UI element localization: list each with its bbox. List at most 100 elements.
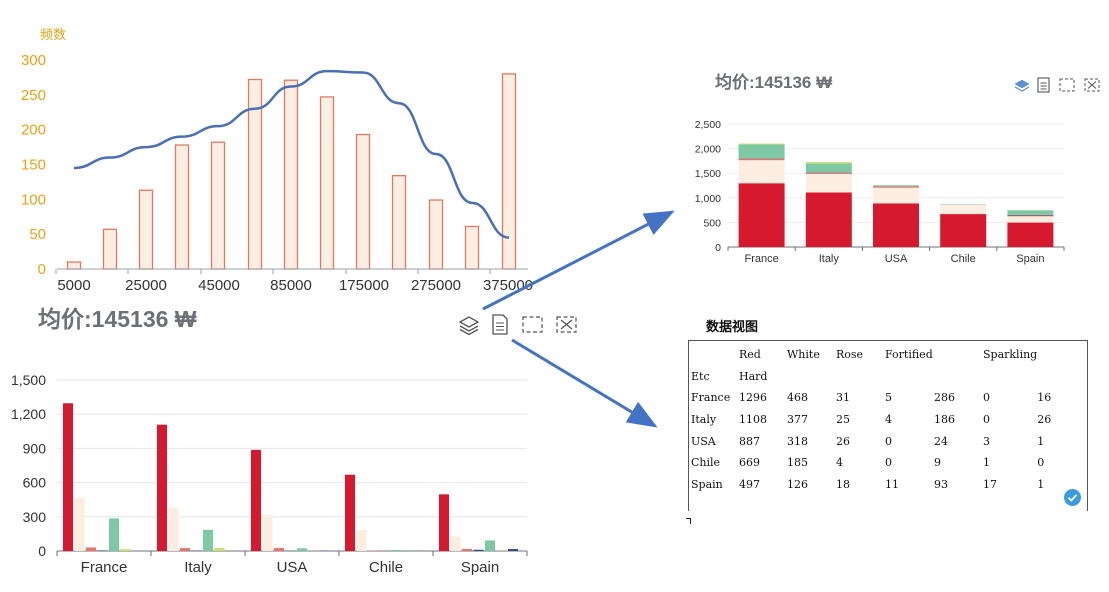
stacked-xtick-label: Chile (951, 253, 976, 265)
data-view-cell (836, 366, 885, 388)
data-view-panel: Red White Rose Fortified Sparkling Etc Hard Fra… (688, 340, 1088, 511)
data-view-cell: 4 (836, 456, 843, 470)
data-view-cell: Etc (691, 369, 710, 383)
stacked-bar-segment (738, 144, 785, 159)
stacked-ytick-label: 2,500 (695, 119, 721, 131)
data-view-cell: Chile (691, 456, 721, 470)
zoom-reset-icon[interactable] (556, 316, 577, 333)
data-view-cell: 0 (885, 434, 892, 448)
data-view-cell: 0 (1037, 456, 1045, 470)
data-view-cell: 24 (934, 434, 948, 448)
data-view-cell: 1296 (739, 391, 767, 405)
stacked-ytick-label: 2,000 (695, 144, 721, 156)
grouped-bar (439, 494, 449, 551)
stacked-xtick-label: Spain (1016, 253, 1044, 265)
stacked-bar-segment (1007, 215, 1054, 217)
data-view-cell: 286 (934, 391, 955, 405)
layers-icon[interactable] (1014, 79, 1030, 92)
data-view-cell: 26 (836, 434, 850, 448)
zoom-reset-icon[interactable] (1084, 78, 1100, 92)
data-view-cell: 186 (934, 413, 955, 427)
histogram-bar (391, 174, 407, 270)
data-view-cell: 1108 (739, 413, 767, 427)
data-view-cell: 377 (787, 413, 808, 427)
histogram-bar (66, 261, 82, 270)
stacked-bar-segment (738, 158, 785, 161)
grouped-bar (203, 529, 213, 551)
data-view-cell: Fortified (885, 348, 933, 362)
data-view-cell (983, 366, 1037, 388)
histogram-bar (210, 141, 226, 270)
data-view-cell: 1 (983, 456, 990, 470)
grouped-xtick-label: Chile (369, 559, 403, 576)
price-title-small: 均价:145136 ₩ (715, 73, 833, 92)
stacked-bar-segment (738, 183, 785, 247)
data-view-cell: 126 (787, 477, 808, 491)
data-view-table: Red White Rose Fortified Sparkling Etc Hard Fra… (691, 344, 1067, 495)
stacked-bar-segment (873, 186, 919, 188)
document-icon[interactable] (492, 314, 508, 335)
stacked-bar-segment (738, 143, 785, 145)
layers-icon[interactable] (458, 316, 480, 336)
data-view-row: France 1296 468 31 5 286 0 16 (691, 387, 1067, 409)
histogram-bar (174, 144, 190, 270)
grouped-ytick-label: 0 (38, 543, 46, 559)
data-view-cell: Rose (836, 348, 864, 362)
data-view-cell: 18 (836, 477, 850, 491)
confirm-check-button[interactable] (1064, 489, 1081, 506)
stacked-bar-segment (873, 185, 919, 187)
stacked-ytick-label: 0 (715, 242, 721, 254)
stacked-bar-segment (940, 214, 987, 247)
grouped-bar (391, 549, 401, 551)
data-view-cell: 3 (983, 434, 990, 448)
stacked-ytick-label: 1,000 (695, 193, 721, 205)
grouped-bar (214, 548, 225, 551)
data-view-cell: 887 (739, 434, 760, 448)
grouped-bar (508, 549, 518, 551)
data-view-title: 数据视图 (706, 319, 759, 334)
data-view-cell (934, 366, 983, 388)
grouped-ytick-label: 600 (23, 475, 47, 491)
zoom-select-icon[interactable] (522, 316, 543, 333)
toolbar-small (1014, 77, 1100, 93)
grouped-bar (168, 508, 179, 551)
check-icon (1067, 494, 1078, 502)
grouped-bar (450, 536, 461, 551)
grouped-bar (485, 540, 495, 551)
grouped-bar (345, 474, 355, 551)
data-view-cell: Spain (691, 477, 723, 491)
document-icon[interactable] (1037, 77, 1050, 93)
grouped-ytick-label: 1,200 (11, 406, 46, 422)
stacked-bar-segment (940, 204, 987, 215)
grouped-bar (157, 424, 167, 551)
data-view-cell (691, 344, 739, 366)
cursor-fragment (686, 518, 691, 524)
histogram-xtick-label: 25000 (125, 277, 167, 294)
histogram-ytick-label: 50 (29, 226, 46, 243)
histogram-bar (464, 225, 480, 270)
grouped-xtick-label: Italy (184, 559, 212, 576)
data-view-cell: 93 (934, 477, 948, 491)
histogram-xtick-label: 45000 (198, 277, 240, 294)
stacked-bar-segment (805, 173, 852, 193)
grouped-xtick-label: Spain (461, 559, 499, 576)
histogram-bar (428, 199, 444, 270)
grouped-xtick-label: France (81, 559, 128, 576)
stacked-ytick-label: 500 (703, 217, 721, 229)
histogram-xtick-label: 275000 (411, 277, 461, 294)
data-view-cell: 31 (836, 391, 850, 405)
grouped-ytick-label: 900 (23, 440, 47, 456)
stacked-xtick-label: France (744, 253, 778, 265)
data-view-cell: White (787, 348, 820, 362)
stacked-bar-segment (1007, 216, 1054, 223)
stacked-bar-segment (873, 187, 919, 204)
histogram-bar (102, 228, 118, 270)
data-view-cell: 16 (1037, 391, 1052, 405)
data-view-cell: 185 (787, 456, 808, 470)
data-view-cell (885, 366, 934, 388)
grouped-bar (120, 549, 131, 551)
data-view-row: Italy 1108 377 25 4 186 0 26 (691, 409, 1067, 431)
stacked-bar-segment (805, 162, 852, 164)
zoom-select-icon[interactable] (1059, 78, 1075, 92)
stacked-bar-segment (805, 163, 852, 173)
